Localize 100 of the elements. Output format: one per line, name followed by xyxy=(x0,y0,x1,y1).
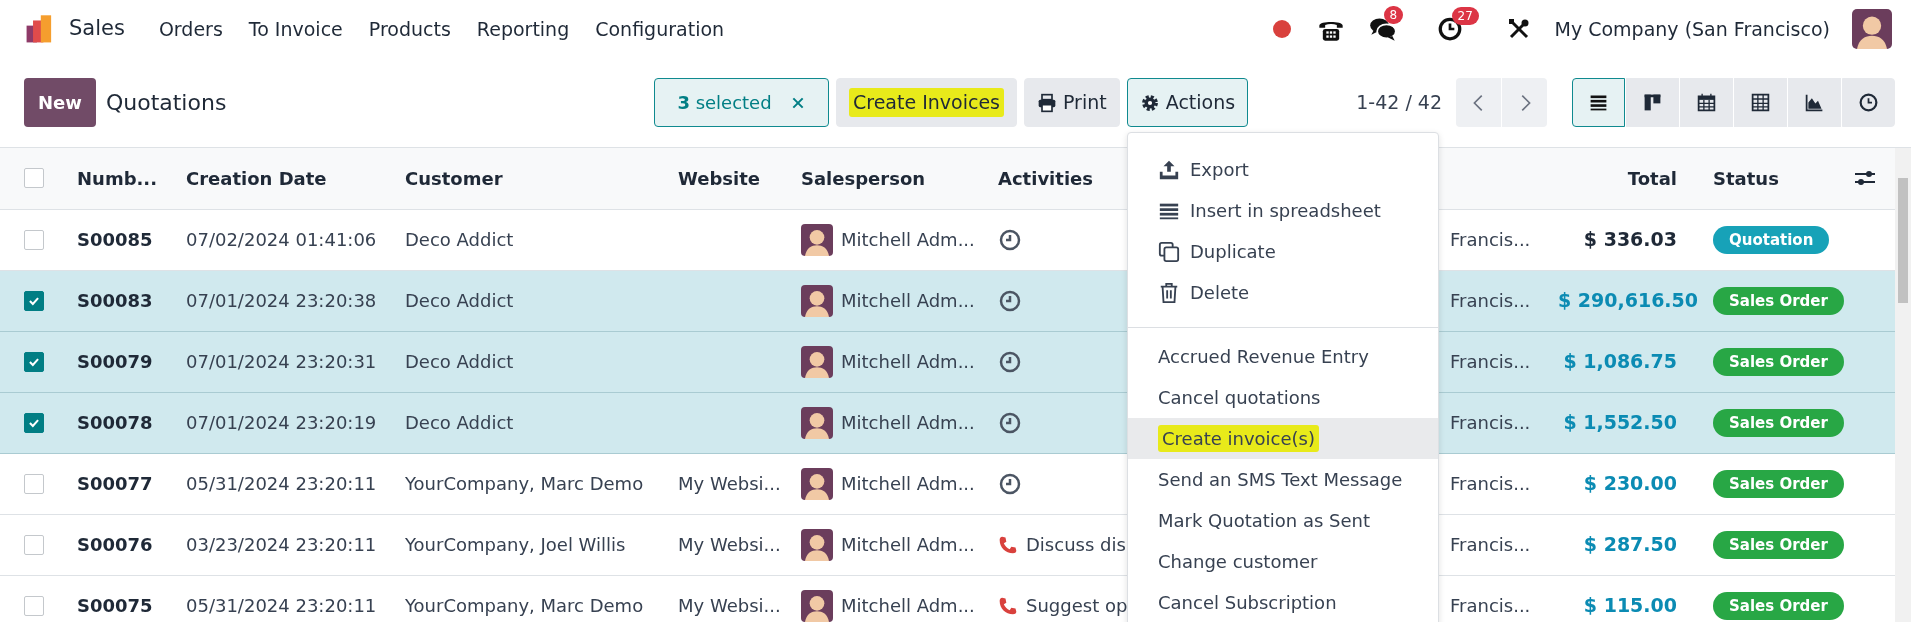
table-cell: S00085 xyxy=(77,229,153,250)
row-checkbox[interactable] xyxy=(24,595,44,616)
table-icon xyxy=(1750,92,1771,113)
table-cell-text: Mitchell Adm... xyxy=(841,533,975,557)
status-dot xyxy=(1272,20,1291,38)
table-cell-text: Mitchell Adm... xyxy=(841,411,975,435)
app-name[interactable]: Sales xyxy=(69,13,125,45)
menu-item[interactable]: Duplicate xyxy=(1128,231,1438,272)
menu-item[interactable]: Insert in spreadsheet xyxy=(1128,190,1438,231)
clock-icon[interactable] xyxy=(998,227,1022,252)
menu-link[interactable]: To Invoice xyxy=(248,14,343,44)
activity-count-badge: 27 xyxy=(1451,7,1479,25)
avatar-icon xyxy=(801,528,833,561)
new-button[interactable]: New xyxy=(24,78,96,127)
scrollbar[interactable] xyxy=(1895,148,1911,622)
page-title: Quotations xyxy=(105,89,227,117)
table-cell-text: Mitchell Adm... xyxy=(841,594,975,618)
status-badge: Quotation xyxy=(1713,225,1830,255)
select-all-checkbox[interactable] xyxy=(24,168,44,189)
menu-item[interactable]: Export xyxy=(1128,149,1438,190)
pager-value[interactable]: 1-42 / 42 xyxy=(1356,88,1442,117)
table-cell: My Websi... xyxy=(678,595,781,616)
status-badge: Sales Order xyxy=(1713,469,1844,499)
selection-count: 3 selected xyxy=(677,91,772,115)
toolbar-button[interactable]: Create Invoices xyxy=(836,78,1017,127)
table-cell: 07/01/2024 23:20:31 xyxy=(186,351,377,372)
clock-icon xyxy=(1858,92,1879,113)
scrollbar-thumb[interactable] xyxy=(1898,178,1908,303)
kanban-icon xyxy=(1642,92,1663,113)
menu-link[interactable]: Products xyxy=(368,14,451,44)
message-count-badge: 8 xyxy=(1383,6,1404,24)
avatar-icon xyxy=(801,345,833,378)
table-cell: Francis... xyxy=(1450,595,1531,616)
table-cell: Francis... xyxy=(1450,290,1531,311)
table-cell: My Websi... xyxy=(678,473,781,494)
printer-icon xyxy=(1037,92,1057,113)
menu-item[interactable]: Mark Quotation as Sent xyxy=(1128,500,1438,541)
table-cell: S00079 xyxy=(77,351,153,372)
upload-icon xyxy=(1158,158,1180,181)
column-header[interactable]: Status xyxy=(1713,167,1779,189)
column-header[interactable]: Customer xyxy=(405,167,503,189)
calendar-icon xyxy=(1696,92,1717,113)
status-badge: Sales Order xyxy=(1713,408,1844,438)
table-cell: YourCompany, Marc Demo xyxy=(405,473,644,494)
table-cell: 07/01/2024 23:20:38 xyxy=(186,290,377,311)
clock-icon[interactable] xyxy=(998,288,1022,313)
table-cell: Deco Addict xyxy=(405,229,514,250)
table-cell: $ 230.00 xyxy=(1583,472,1677,495)
table-cell: $ 115.00 xyxy=(1583,594,1677,617)
menu-link[interactable]: Reporting xyxy=(476,14,570,44)
column-header[interactable]: Total xyxy=(1627,167,1677,189)
table-cell: $ 290,616.50 xyxy=(1558,289,1699,312)
activity-summary: Discuss dis xyxy=(1026,533,1126,557)
table-cell: $ 1,086.75 xyxy=(1563,350,1677,373)
row-checkbox[interactable] xyxy=(24,534,44,555)
status-badge: Sales Order xyxy=(1713,347,1844,377)
table-cell-text: Mitchell Adm... xyxy=(841,289,975,313)
menu-item[interactable]: Send an SMS Text Message xyxy=(1128,459,1438,500)
menu-item[interactable]: Cancel Subscription xyxy=(1128,582,1438,622)
row-checkbox[interactable] xyxy=(24,473,44,494)
avatar-icon xyxy=(801,406,833,439)
clock-icon[interactable] xyxy=(998,471,1022,496)
area-chart-icon xyxy=(1804,92,1825,113)
avatar-icon xyxy=(801,284,833,317)
row-checkbox[interactable] xyxy=(24,229,44,250)
copy-icon xyxy=(1158,240,1180,263)
table-cell: S00077 xyxy=(77,473,153,494)
view-switch-button[interactable] xyxy=(1572,78,1625,127)
menu-item[interactable]: Cancel quotations xyxy=(1128,377,1438,418)
clock-icon[interactable] xyxy=(998,349,1022,374)
menu-link[interactable]: Orders xyxy=(158,14,223,44)
table-cell: YourCompany, Marc Demo xyxy=(405,595,644,616)
status-badge: Sales Order xyxy=(1713,530,1844,560)
menu-link[interactable]: Configuration xyxy=(595,14,725,44)
table-cell: 07/01/2024 23:20:19 xyxy=(186,412,377,433)
user-avatar[interactable] xyxy=(1852,9,1892,49)
table-cell: Deco Addict xyxy=(405,412,514,433)
trash-icon xyxy=(1158,281,1180,304)
company-switcher[interactable]: My Company (San Francisco) xyxy=(1554,14,1830,44)
toolbar-button[interactable]: Print xyxy=(1024,78,1120,127)
row-checkbox[interactable] xyxy=(24,351,44,372)
table-cell: S00075 xyxy=(77,595,153,616)
tools-icon[interactable] xyxy=(1506,17,1531,41)
avatar-icon xyxy=(801,589,833,622)
clock-icon[interactable] xyxy=(998,410,1022,435)
row-checkbox[interactable] xyxy=(24,290,44,311)
gear-icon xyxy=(1139,92,1160,113)
avatar-icon xyxy=(801,467,833,500)
table-cell: Deco Addict xyxy=(405,351,514,372)
table-cell: 05/31/2024 23:20:11 xyxy=(186,595,377,616)
column-header[interactable]: Activities xyxy=(998,167,1093,189)
avatar-icon xyxy=(801,223,833,256)
table-cell: 07/02/2024 01:41:06 xyxy=(186,229,377,250)
menu-item[interactable]: Create invoice(s) xyxy=(1128,418,1438,459)
table-cell: $ 287.50 xyxy=(1583,533,1677,556)
row-checkbox[interactable] xyxy=(24,412,44,433)
menu-item[interactable]: Change customer xyxy=(1128,541,1438,582)
table-cell: Francis... xyxy=(1450,534,1531,555)
toolbar-button[interactable]: Actions xyxy=(1126,78,1249,127)
table-cell: My Websi... xyxy=(678,534,781,555)
